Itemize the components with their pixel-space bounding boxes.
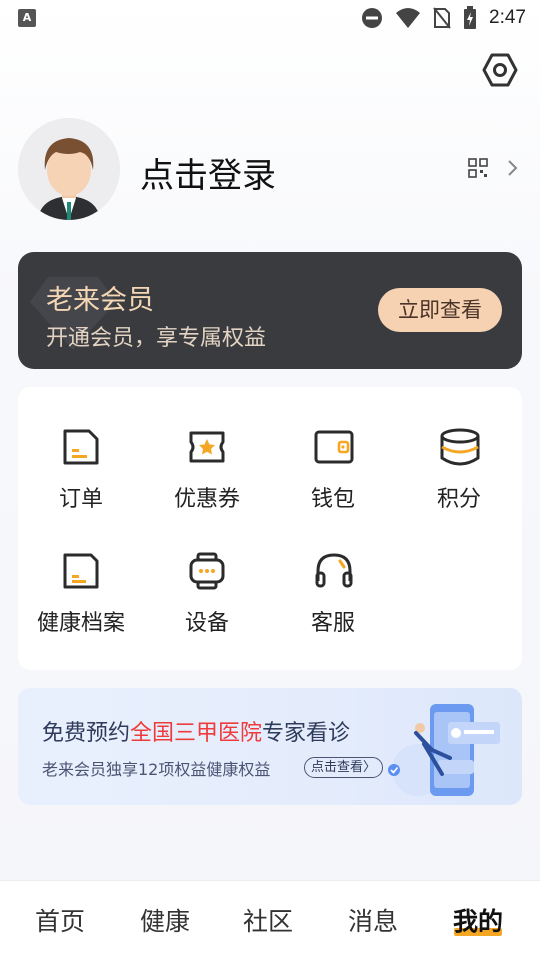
doctor-consult-illustration [388, 704, 500, 796]
points-icon [440, 428, 480, 466]
banner-title-prefix: 免费预约 [42, 721, 131, 746]
wallet-icon [314, 430, 354, 464]
tab-messages[interactable]: 消息 [321, 902, 425, 938]
service-label: 设备 [184, 611, 229, 636]
tab-home[interactable]: 首页 [8, 902, 112, 938]
settings-icon[interactable] [482, 52, 518, 88]
profile-header[interactable]: 点击登录 [18, 118, 522, 220]
service-label: 客服 [310, 611, 355, 636]
status-bar: A 2:47 [0, 0, 540, 36]
service-label: 订单 [58, 487, 103, 512]
clock: 2:47 [489, 7, 526, 28]
service-coupon[interactable]: 优惠券 [144, 387, 270, 512]
vip-title: 老来会员 [46, 285, 154, 316]
banner-title-suffix: 专家看诊 [262, 721, 351, 746]
service-customer-support[interactable]: 客服 [270, 511, 396, 636]
service-points[interactable]: 积分 [396, 387, 522, 512]
avatar[interactable] [18, 118, 120, 220]
service-label: 钱包 [310, 487, 355, 512]
coupon-icon [189, 431, 225, 463]
service-health-record[interactable]: 健康档案 [18, 511, 144, 636]
battery-charging-icon [464, 6, 477, 29]
login-prompt[interactable]: 点击登录 [140, 148, 276, 197]
vip-membership-card[interactable]: 老来会员 开通会员，享专属权益 立即查看 [18, 252, 522, 369]
do-not-disturb-icon [362, 8, 383, 28]
view-now-button[interactable]: 立即查看 [378, 288, 502, 332]
chevron-right-icon[interactable] [506, 158, 520, 178]
service-device[interactable]: 设备 [144, 511, 270, 636]
banner-link-label: 点击查看 [311, 760, 364, 775]
banner-title-highlight: 全国三甲医院 [130, 721, 263, 746]
default-avatar-icon [18, 118, 120, 220]
health-record-icon [63, 553, 99, 589]
banner-title: 免费预约全国三甲医院专家看诊 [42, 715, 350, 747]
service-order[interactable]: 订单 [18, 387, 144, 512]
order-icon [63, 429, 99, 465]
device-icon [189, 552, 225, 590]
service-label: 积分 [436, 487, 481, 512]
tab-community[interactable]: 社区 [216, 902, 320, 938]
banner-subtitle: 老来会员独享12项权益健康权益 [42, 760, 271, 779]
notification-icon: A [18, 9, 36, 27]
service-wallet[interactable]: 钱包 [270, 387, 396, 512]
service-label: 健康档案 [36, 611, 125, 636]
chevron-right-icon: 〉 [363, 760, 377, 775]
services-grid: 订单 优惠券 钱包 积分 健康档案 设备 客服 [18, 387, 522, 670]
wifi-icon [396, 8, 421, 28]
headset-icon [315, 553, 353, 588]
tab-health[interactable]: 健康 [113, 902, 217, 938]
qr-code-icon[interactable] [468, 158, 488, 178]
banner-view-link[interactable]: 点击查看〉 [304, 757, 384, 778]
no-sim-icon [433, 7, 451, 29]
service-label: 优惠券 [173, 487, 240, 512]
promo-banner[interactable]: 免费预约全国三甲医院专家看诊 老来会员独享12项权益健康权益 点击查看〉 [18, 688, 522, 805]
tab-mine[interactable]: 我的 [426, 902, 530, 938]
vip-subtitle: 开通会员，享专属权益 [46, 326, 267, 351]
